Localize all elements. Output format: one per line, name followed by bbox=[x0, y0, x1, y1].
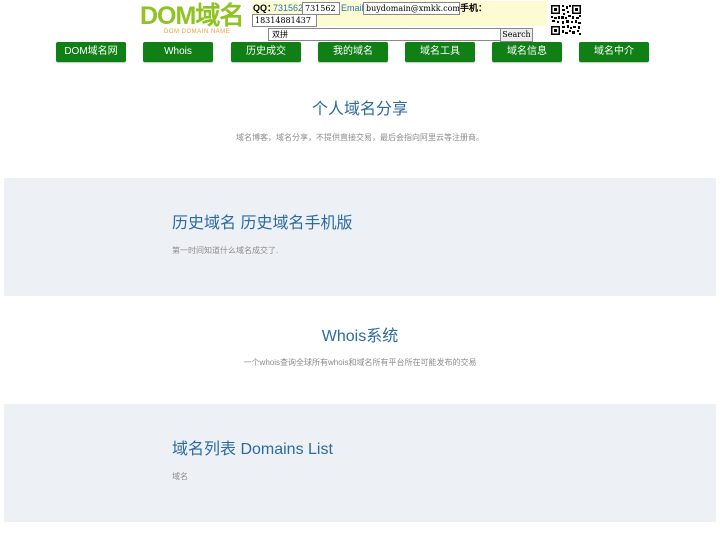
section-description: 第一时间知道什么域名成交了. bbox=[172, 246, 279, 255]
nav-domain-info[interactable]: 域名信息 bbox=[492, 42, 562, 62]
nav-domain-broker[interactable]: 域名中介 bbox=[579, 42, 649, 62]
nav-dom-domain[interactable]: DOM域名网 bbox=[56, 42, 126, 62]
main-nav: DOM域名网 Whois 历史成交 我的域名 域名工具 域名信息 域名中介 bbox=[0, 42, 720, 62]
nav-domain-tools[interactable]: 域名工具 bbox=[405, 42, 475, 62]
qq-link[interactable]: 731562 bbox=[273, 2, 303, 14]
section-description: 域名 bbox=[172, 472, 188, 481]
section-title[interactable]: 域名列表 Domains List bbox=[172, 435, 333, 459]
section-whois-system: Whois系统 一个whois查询全球所有whois和域名所有平台所在可能发布的… bbox=[4, 296, 716, 404]
section-domains-list: 域名列表 Domains List 域名 bbox=[4, 404, 716, 522]
phone-label: 手机： bbox=[460, 3, 488, 13]
email-field[interactable]: buydomain@xmkk.com bbox=[363, 2, 460, 15]
logo-subtitle: DOM DOMAIN NAME bbox=[164, 29, 231, 35]
site-logo[interactable]: DOM域名 DOM DOMAIN NAME bbox=[140, 2, 250, 38]
logo-text: DOM域名 bbox=[140, 2, 244, 30]
phone-field[interactable]: 18314881437 bbox=[252, 14, 317, 27]
nav-my-domains[interactable]: 我的域名 bbox=[318, 42, 388, 62]
nav-whois[interactable]: Whois bbox=[143, 42, 213, 62]
qr-code-icon bbox=[550, 4, 582, 36]
section-title[interactable]: Whois系统 bbox=[4, 322, 716, 346]
section-description: 一个whois查询全球所有whois和域名所有平台所在可能发布的交易 bbox=[243, 358, 477, 367]
search-button[interactable]: Search bbox=[500, 28, 533, 42]
section-title[interactable]: 历史域名 历史域名手机版 bbox=[172, 209, 352, 233]
section-title[interactable]: 个人域名分享 bbox=[4, 95, 716, 119]
contact-bar: QQ： 731562 731562 Email: buydomain@xmkk.… bbox=[252, 1, 547, 27]
section-description: 域名博客，域名分享，不提供直接交易，最后会指向阿里云等注册商。 bbox=[236, 133, 484, 142]
section-personal-sharing: 个人域名分享 域名博客，域名分享，不提供直接交易，最后会指向阿里云等注册商。 bbox=[4, 66, 716, 178]
search-input[interactable]: 双拼 bbox=[268, 28, 503, 41]
nav-history-deals[interactable]: 历史成交 bbox=[231, 42, 301, 62]
section-history-domains: 历史域名 历史域名手机版 第一时间知道什么域名成交了. bbox=[4, 178, 716, 296]
